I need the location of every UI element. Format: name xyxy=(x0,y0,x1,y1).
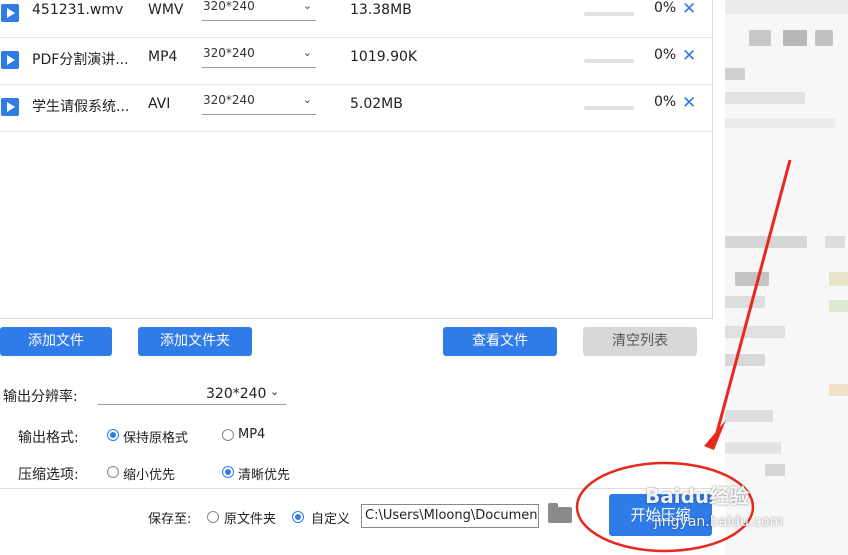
file-name: 451231.wmv xyxy=(32,2,124,18)
output-resolution-dropdown[interactable]: 320*240 ⌄ xyxy=(98,382,286,405)
resolution-label: 输出分辨率: xyxy=(3,389,78,405)
file-name: PDF分割演讲... xyxy=(32,52,129,68)
progress-bar xyxy=(584,12,634,16)
file-format: WMV xyxy=(148,2,184,18)
add-folder-button[interactable]: 添加文件夹 xyxy=(138,327,252,356)
progress-bar xyxy=(584,106,634,110)
view-files-button[interactable]: 查看文件 xyxy=(443,327,557,356)
compressor-window: 451231.wmv WMV 320*240 ⌄ 13.38MB 0% ✕ PDF… xyxy=(0,0,713,555)
bottom-bar xyxy=(0,488,712,549)
radio-keep-format[interactable] xyxy=(107,429,119,441)
remove-file-icon[interactable]: ✕ xyxy=(682,0,696,19)
video-file-icon xyxy=(1,98,19,116)
file-format: MP4 xyxy=(148,49,178,65)
radio-custom-folder-label: 自定义 xyxy=(311,512,351,527)
watermark-url: jingyan.baidu.com xyxy=(654,514,784,530)
table-row[interactable]: 学生请假系统... AVI 320*240 ⌄ 5.02MB 0% ✕ xyxy=(0,84,712,132)
progress-bar xyxy=(584,59,634,63)
radio-clarity-first[interactable] xyxy=(222,466,234,478)
progress-percent: 0% xyxy=(654,47,677,63)
radio-keep-format-label: 保持原格式 xyxy=(123,431,189,446)
file-size: 5.02MB xyxy=(350,96,403,112)
remove-file-icon[interactable]: ✕ xyxy=(682,93,696,113)
file-format: AVI xyxy=(148,96,171,112)
radio-custom-folder[interactable] xyxy=(292,511,304,523)
progress-percent: 0% xyxy=(654,0,677,16)
compress-label: 压缩选项: xyxy=(18,467,79,483)
chevron-down-icon: ⌄ xyxy=(302,93,312,106)
chevron-down-icon: ⌄ xyxy=(270,385,280,398)
video-file-icon xyxy=(1,4,19,22)
file-size: 1019.90KB xyxy=(350,49,418,65)
table-row[interactable]: 451231.wmv WMV 320*240 ⌄ 13.38MB 0% ✕ xyxy=(0,0,712,38)
remove-file-icon[interactable]: ✕ xyxy=(682,46,696,66)
video-file-icon xyxy=(1,51,19,69)
save-path-input[interactable]: C:\Users\Mloong\Documents xyxy=(361,504,539,528)
resolution-dropdown[interactable]: 320*240 ⌄ xyxy=(202,0,316,21)
resolution-dropdown[interactable]: 320*240 ⌄ xyxy=(202,43,316,68)
background-window-blurred xyxy=(725,0,848,555)
radio-mp4-label: MP4 xyxy=(238,427,266,442)
radio-mp4[interactable] xyxy=(222,429,234,441)
save-to-label: 保存至: xyxy=(148,512,192,527)
format-label: 输出格式: xyxy=(18,430,79,446)
radio-clarity-first-label: 清晰优先 xyxy=(238,468,291,483)
add-file-button[interactable]: 添加文件 xyxy=(0,327,112,356)
watermark-text: Baidu经验 xyxy=(645,484,750,508)
radio-smaller-first-label: 缩小优先 xyxy=(123,468,176,483)
file-size: 13.38MB xyxy=(350,2,412,18)
resolution-dropdown[interactable]: 320*240 ⌄ xyxy=(202,90,316,115)
file-name: 学生请假系统... xyxy=(32,99,130,115)
clear-list-button[interactable]: 清空列表 xyxy=(583,327,697,356)
chevron-down-icon: ⌄ xyxy=(302,0,312,12)
radio-smaller-first[interactable] xyxy=(107,466,119,478)
folder-icon[interactable] xyxy=(548,503,572,523)
file-list: 451231.wmv WMV 320*240 ⌄ 13.38MB 0% ✕ PDF… xyxy=(0,0,713,319)
radio-original-folder-label: 原文件夹 xyxy=(224,512,277,527)
chevron-down-icon: ⌄ xyxy=(302,46,312,59)
table-row[interactable]: PDF分割演讲... MP4 320*240⌄ 1019.90KB 0% ✕ xyxy=(0,37,712,85)
progress-percent: 0% xyxy=(654,94,677,110)
radio-original-folder[interactable] xyxy=(207,511,219,523)
